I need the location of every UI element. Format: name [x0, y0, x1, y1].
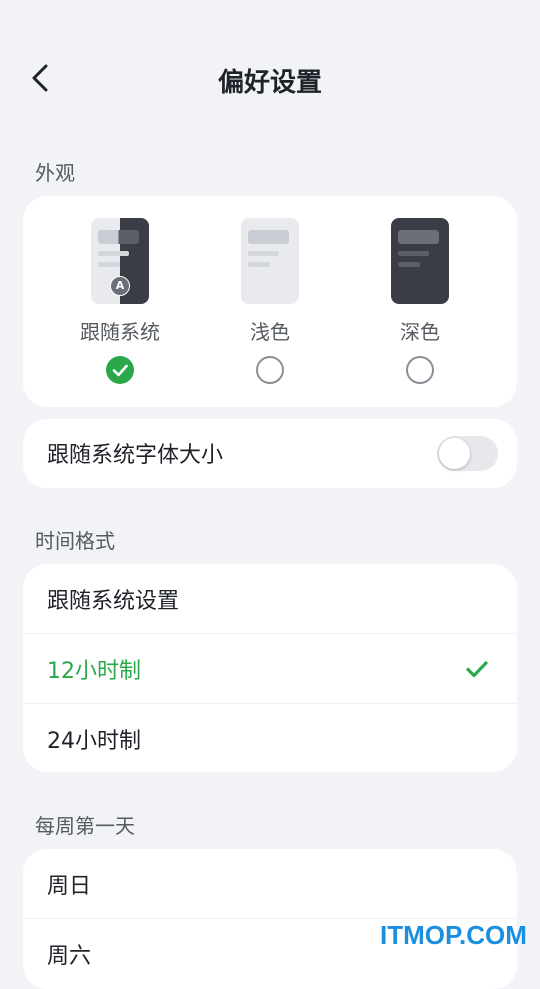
first-day-option-sunday[interactable]: 周日 — [23, 849, 517, 919]
theme-preview-dark — [391, 218, 449, 304]
option-label: 周日 — [47, 874, 92, 899]
header: 偏好设置 — [0, 48, 540, 108]
font-follow-card: 跟随系统字体大小 — [23, 419, 517, 488]
checkmark-icon — [112, 364, 128, 377]
time-format-option-24h[interactable]: 24小时制 — [23, 704, 517, 772]
first-day-card: 周日 周六 — [23, 849, 517, 989]
appearance-section-label: 外观 — [35, 161, 75, 185]
radio-selected[interactable] — [106, 356, 134, 384]
time-format-card: 跟随系统设置 12小时制 24小时制 — [23, 564, 517, 772]
option-label: 24小时制 — [47, 729, 141, 754]
theme-label-dark: 深色 — [400, 320, 440, 344]
theme-label-light: 浅色 — [250, 320, 290, 344]
appearance-card: A 跟随系统 浅色 深色 — [23, 196, 517, 407]
theme-option-system[interactable]: A 跟随系统 — [45, 218, 195, 388]
theme-option-dark[interactable]: 深色 — [345, 218, 495, 388]
time-format-option-system[interactable]: 跟随系统设置 — [23, 564, 517, 634]
time-format-option-12h[interactable]: 12小时制 — [23, 634, 517, 704]
theme-label-system: 跟随系统 — [80, 320, 160, 344]
auto-badge-icon: A — [110, 276, 130, 296]
option-label: 跟随系统设置 — [47, 589, 180, 614]
option-label: 周六 — [47, 944, 92, 969]
radio-unselected[interactable] — [256, 356, 284, 384]
theme-preview-light — [241, 218, 299, 304]
option-label: 12小时制 — [47, 659, 141, 684]
theme-option-light[interactable]: 浅色 — [195, 218, 345, 388]
watermark: ITMOP.COM — [380, 920, 527, 950]
font-follow-toggle[interactable] — [437, 436, 498, 471]
toggle-knob — [439, 438, 470, 469]
theme-preview-system: A — [91, 218, 149, 304]
page-title: 偏好设置 — [217, 68, 322, 98]
first-day-section-label: 每周第一天 — [35, 814, 135, 838]
font-follow-label: 跟随系统字体大小 — [47, 443, 224, 468]
time-format-section-label: 时间格式 — [35, 529, 115, 553]
radio-unselected[interactable] — [406, 356, 434, 384]
checkmark-icon — [466, 661, 488, 678]
